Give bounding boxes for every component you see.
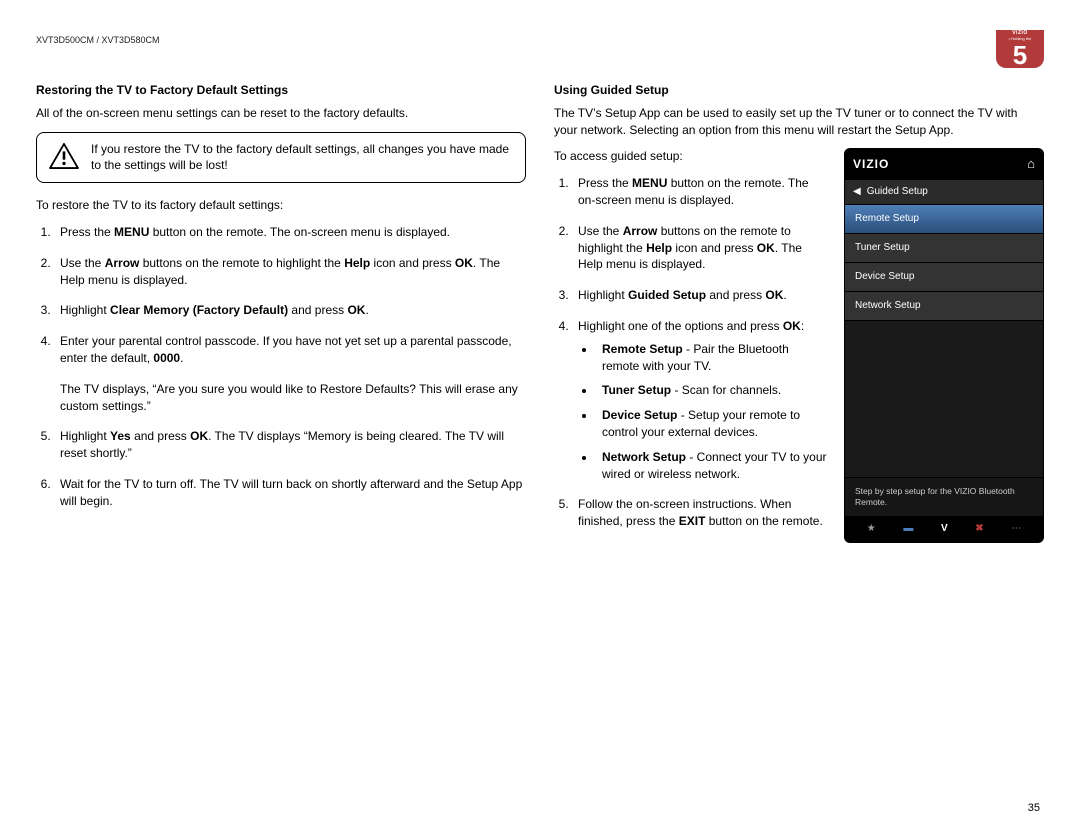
right-steps: Press the MENU button on the remote. The… xyxy=(554,175,828,530)
tv-bottom-bar: ★ ▬ V ✖ ⋯ xyxy=(845,516,1043,542)
content-columns: Restoring the TV to Factory Default Sett… xyxy=(36,82,1044,544)
chevron-left-icon: ◀ xyxy=(853,185,861,199)
tv-item-tuner-setup: Tuner Setup xyxy=(845,234,1043,263)
tv-item-device-setup: Device Setup xyxy=(845,263,1043,292)
home-icon: ⌂ xyxy=(1027,155,1035,173)
tv-desc: Step by step setup for the VIZIO Bluetoo… xyxy=(845,477,1043,516)
left-step-4-sub: The TV displays, “Are you sure you would… xyxy=(60,381,526,415)
right-options: Remote Setup - Pair the Bluetooth remote… xyxy=(578,341,828,483)
page-header: XVT3D500CM / XVT3D580CM VIZIO • Holding … xyxy=(36,30,1044,68)
opt-tuner-setup: Tuner Setup - Scan for channels. xyxy=(596,382,828,399)
right-step-4: Highlight one of the options and press O… xyxy=(572,318,828,482)
chapter-badge: VIZIO • Holding the 5 xyxy=(996,30,1044,68)
chapter-number: 5 xyxy=(1013,42,1027,68)
right-step-5: Follow the on-screen instructions. When … xyxy=(572,496,828,530)
tv-crumb-label: Guided Setup xyxy=(867,185,928,199)
tv-body-space xyxy=(845,321,1043,478)
page-number: 35 xyxy=(1028,801,1040,816)
tv-menu-screenshot: VIZIO ⌂ ◀ Guided Setup Remote Setup Tune… xyxy=(844,148,1044,543)
opt-network-setup: Network Setup - Connect your TV to your … xyxy=(596,449,828,483)
tv-item-network-setup: Network Setup xyxy=(845,292,1043,321)
warning-text: If you restore the TV to the factory def… xyxy=(91,141,513,175)
right-step-3: Highlight Guided Setup and press OK. xyxy=(572,287,828,304)
left-intro: All of the on-screen menu settings can b… xyxy=(36,105,526,122)
close-icon: ✖ xyxy=(975,522,983,536)
right-column: Using Guided Setup The TV’s Setup App ca… xyxy=(554,82,1044,544)
left-column: Restoring the TV to Factory Default Sett… xyxy=(36,82,526,544)
more-icon: ⋯ xyxy=(1011,522,1021,536)
right-intro: The TV’s Setup App can be used to easily… xyxy=(554,105,1044,139)
left-step-5: Highlight Yes and press OK. The TV displ… xyxy=(54,428,526,462)
v-icon: V xyxy=(941,522,948,536)
right-lead: To access guided setup: xyxy=(554,148,828,165)
warning-box: If you restore the TV to the factory def… xyxy=(36,132,526,184)
left-step-4: Enter your parental control passcode. If… xyxy=(54,333,526,414)
tv-brand: VIZIO xyxy=(853,156,889,173)
opt-device-setup: Device Setup - Setup your remote to cont… xyxy=(596,407,828,441)
right-step-2: Use the Arrow buttons on the remote to h… xyxy=(572,223,828,273)
right-title: Using Guided Setup xyxy=(554,82,1044,99)
star-icon: ★ xyxy=(867,522,876,536)
left-step-6: Wait for the TV to turn off. The TV will… xyxy=(54,476,526,510)
right-step-1: Press the MENU button on the remote. The… xyxy=(572,175,828,209)
right-inner: To access guided setup: Press the MENU b… xyxy=(554,148,1044,544)
left-step-1: Press the MENU button on the remote. The… xyxy=(54,224,526,241)
left-title: Restoring the TV to Factory Default Sett… xyxy=(36,82,526,99)
tv-breadcrumb: ◀ Guided Setup xyxy=(845,180,1043,205)
tv-item-remote-setup: Remote Setup xyxy=(845,205,1043,234)
left-step-2: Use the Arrow buttons on the remote to h… xyxy=(54,255,526,289)
tv-top-bar: VIZIO ⌂ xyxy=(845,149,1043,179)
model-label: XVT3D500CM / XVT3D580CM xyxy=(36,34,160,47)
opt-remote-setup: Remote Setup - Pair the Bluetooth remote… xyxy=(596,341,828,375)
left-step-3: Highlight Clear Memory (Factory Default)… xyxy=(54,302,526,319)
left-lead: To restore the TV to its factory default… xyxy=(36,197,526,214)
right-text: To access guided setup: Press the MENU b… xyxy=(554,148,828,544)
left-steps: Press the MENU button on the remote. The… xyxy=(36,224,526,510)
back-icon: ▬ xyxy=(903,522,913,536)
warning-icon xyxy=(49,143,79,169)
